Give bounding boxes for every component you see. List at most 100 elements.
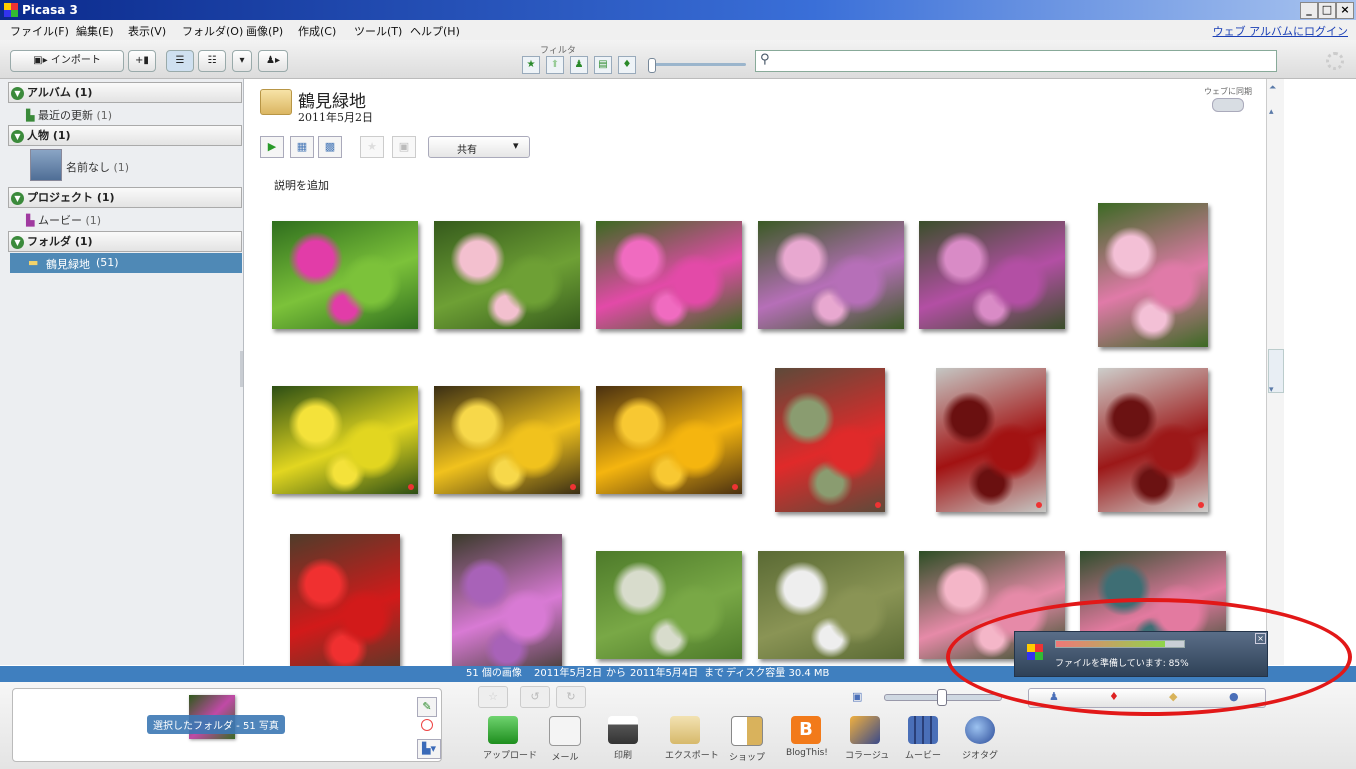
menu-tools[interactable]: ツール(T) [354,23,402,39]
collage-icon [850,716,880,744]
shop-button[interactable]: ショップ [727,716,767,763]
slider-handle[interactable] [648,58,656,73]
photo-thumbnail[interactable] [775,368,885,512]
close-button[interactable]: × [1336,2,1354,19]
blogthis-button[interactable]: B BlogThis! [786,716,828,758]
print-button[interactable]: 印刷 [603,716,643,761]
photo-thumbnail[interactable] [290,534,400,678]
folder-date[interactable]: 2011年5月2日 [298,109,373,125]
people-button[interactable]: ♟▸ [258,50,288,72]
sidebar-item-folder-tsurumi[interactable]: ▬ 鶴見緑地 (51) [10,253,242,273]
view-dropdown-button[interactable]: ▾ [232,50,252,72]
collage-tray-button[interactable]: コラージュ [845,716,889,761]
filter-upload-button[interactable]: ⬆ [546,56,564,74]
tags-tab-icon[interactable]: ◆ [1169,690,1177,703]
photo-thumbnail[interactable] [758,551,904,659]
minimize-button[interactable]: _ [1300,2,1318,19]
rotate-right-icon: ↻ [566,690,576,703]
sidebar-item-recent[interactable]: ▙ 最近の更新 (1) [26,107,112,123]
add-caption-link[interactable]: 説明を追加 [274,177,329,193]
import-button[interactable]: ▣▸ インポート [10,50,124,72]
photo-thumbnail[interactable] [1098,368,1208,512]
thumbnail-size-slider[interactable] [884,689,1002,706]
camera-icon: ▣▸ [33,55,48,66]
hold-button[interactable]: ✎ [417,697,437,717]
slider-handle[interactable] [937,689,947,706]
photo-thumbnail[interactable] [596,221,742,329]
share-button[interactable]: 共有 ▾ [428,136,530,158]
collage-button[interactable]: ▩ [318,136,342,158]
scroll-top-icon[interactable]: ⏶ [1269,83,1281,95]
photo-thumbnail[interactable] [1098,203,1208,347]
photo-thumbnail[interactable] [272,386,418,494]
photo-thumbnail[interactable] [758,221,904,329]
status-date-to: 2011年5月4日 [630,668,699,679]
sidebar-group-folders[interactable]: ▼ フォルダ (1) [8,231,242,252]
sidebar-item-unnamed-person[interactable]: 名前なし (1) [66,159,129,175]
filter-date-slider[interactable] [648,58,746,73]
photo-thumbnail[interactable] [452,534,562,678]
sidebar-group-albums[interactable]: ▼ アルバム (1) [8,82,242,103]
close-icon[interactable]: × [1255,633,1266,644]
photos-icon: ▦ [296,140,308,153]
info-tab-icon[interactable]: ● [1229,690,1239,703]
email-button[interactable]: メール [545,716,585,763]
save-button[interactable]: ▣ [392,136,416,158]
search-input[interactable]: ⚲ [755,50,1277,72]
photo-thumbnail[interactable] [919,221,1065,329]
menu-folder[interactable]: フォルダ(O) [182,23,243,39]
maximize-button[interactable]: □ [1318,2,1336,19]
menu-view[interactable]: 表示(V) [128,23,166,39]
photo-thumbnail[interactable] [596,551,742,659]
menu-edit[interactable]: 編集(E) [76,23,114,39]
loading-spinner-icon [1326,52,1344,70]
list-view-button[interactable]: ☰ [166,50,194,72]
avatar[interactable] [30,149,62,181]
slideshow-button[interactable]: ▶ [260,136,284,158]
progress-popup: ファイルを準備しています: 85% × [1014,631,1268,677]
menu-file[interactable]: ファイル(F) [10,23,69,39]
star-button[interactable]: ★ [360,136,384,158]
scroll-up-icon[interactable]: ▴ [1269,107,1281,119]
timeline-button[interactable]: ▦ [290,136,314,158]
rotate-left-button[interactable]: ↺ [520,686,550,708]
add-to-album-tray-button[interactable]: ▙▾ [417,739,441,759]
web-album-login-link[interactable]: ウェブ アルバムにログイン [1213,23,1348,39]
web-sync-toggle[interactable] [1212,98,1244,112]
upload-button[interactable]: アップロード [483,716,537,761]
filter-video-button[interactable]: ▤ [594,56,612,74]
add-to-album-button[interactable]: +▮ [128,50,156,72]
menu-create[interactable]: 作成(C) [298,23,336,39]
status-date-from: 2011年5月2日 [534,668,603,679]
disk-icon: ▣ [398,140,410,153]
photo-thumbnail[interactable] [596,386,742,494]
scroll-down-icon[interactable]: ▾ [1269,385,1281,397]
photo-thumbnail[interactable] [936,368,1046,512]
geotag-button[interactable]: ジオタグ [960,716,1000,761]
movie-button[interactable]: ムービー [903,716,943,761]
filter-star-button[interactable]: ★ [522,56,540,74]
photo-thumbnail[interactable] [434,221,580,329]
sidebar-group-people[interactable]: ▼ 人物 (1) [8,125,242,146]
photo-tray[interactable]: 選択したフォルダ - 51 写真 ✎ ▙▾ [12,688,442,762]
filter-people-button[interactable]: ♟ [570,56,588,74]
menu-image[interactable]: 画像(P) [246,23,283,39]
clear-icon[interactable] [421,719,433,731]
filter-geotag-button[interactable]: ♦ [618,56,636,74]
people-tab-icon[interactable]: ♟ [1049,690,1059,703]
folder-icon [670,716,700,744]
star-tray-button[interactable]: ☆ [478,686,508,708]
rotate-right-button[interactable]: ↻ [556,686,586,708]
export-button[interactable]: エクスポート [665,716,719,761]
vertical-scrollbar[interactable]: ⏶ ▴ ▾ [1266,79,1284,665]
tree-view-button[interactable]: ☷ [198,50,226,72]
panel-resize-handle[interactable] [240,351,243,387]
photo-thumbnail[interactable] [434,386,580,494]
sidebar-item-movie[interactable]: ▙ ムービー (1) [26,212,101,228]
collapse-icon: ▼ [11,191,24,205]
sidebar-group-projects[interactable]: ▼ プロジェクト (1) [8,187,242,208]
photo-thumbnail[interactable] [272,221,418,329]
envelope-icon [549,716,581,746]
menu-help[interactable]: ヘルプ(H) [410,23,460,39]
places-tab-icon[interactable]: ♦ [1109,690,1119,703]
